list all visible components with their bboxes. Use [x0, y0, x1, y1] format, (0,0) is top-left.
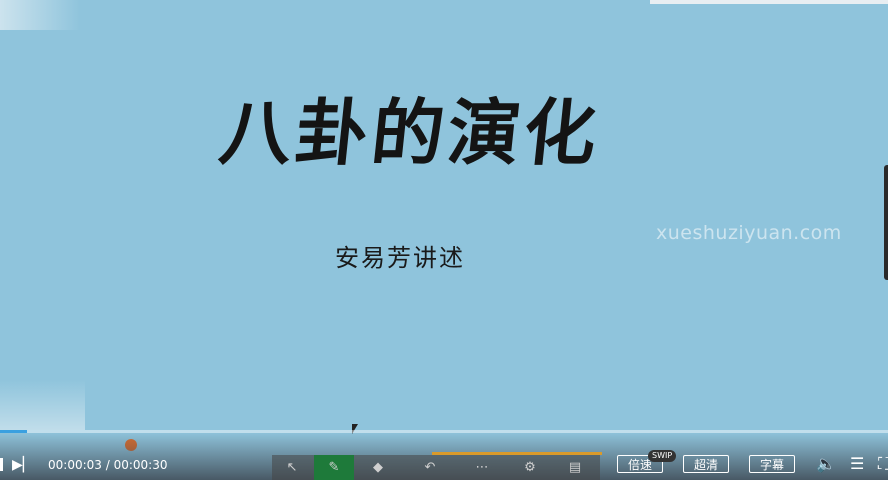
watermark: xueshuziyuan.com — [656, 222, 842, 244]
undo-icon[interactable]: ↶ — [410, 455, 450, 480]
slide-title: 八卦的演化 — [215, 90, 605, 175]
play-icon[interactable]: ▶▏ — [12, 457, 34, 473]
subtitle-button[interactable]: 字幕 — [749, 455, 795, 473]
settings-icon[interactable]: ⚙ — [510, 455, 550, 480]
top-strip — [650, 0, 888, 4]
time-display: 00:00:03 / 00:00:30 — [48, 458, 167, 472]
time-separator: / — [101, 458, 114, 472]
background-blur — [0, 0, 80, 30]
pointer-icon[interactable]: ↖ — [272, 455, 312, 480]
pen-icon[interactable]: ✎ — [314, 455, 354, 480]
quality-button[interactable]: 超清 — [683, 455, 729, 473]
side-panel-handle[interactable] — [884, 165, 888, 280]
duration: 00:00:30 — [113, 458, 168, 472]
speed-badge: SWIP — [648, 450, 677, 462]
slide-subtitle: 安易芳讲述 — [335, 244, 465, 272]
fullscreen-icon[interactable]: ⛶ — [878, 454, 888, 474]
chat-icon[interactable]: ▤ — [555, 455, 595, 480]
video-frame[interactable]: 八卦的演化 安易芳讲述 xueshuziyuan.com ↖ ✎ ◆ ↶ ⋯ ⚙… — [0, 0, 888, 480]
progress-fill — [0, 430, 27, 433]
seek-start-marker — [0, 458, 3, 471]
eraser-icon[interactable]: ◆ — [358, 455, 398, 480]
background-blur — [0, 380, 85, 430]
volume-icon[interactable]: 🔈 — [816, 454, 836, 473]
progress-bar[interactable] — [0, 430, 888, 433]
playlist-icon[interactable]: ☰ — [850, 454, 864, 473]
current-time: 00:00:03 — [48, 458, 102, 472]
more-icon[interactable]: ⋯ — [462, 455, 502, 480]
